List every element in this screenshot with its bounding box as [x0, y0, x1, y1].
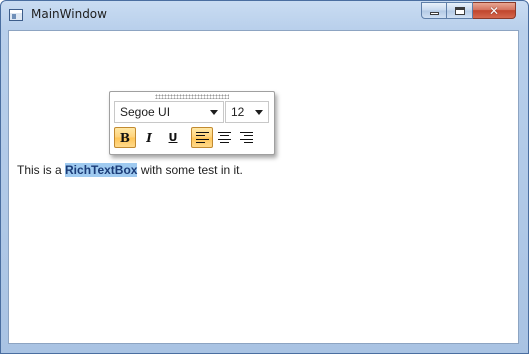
- caption-buttons: ✕: [421, 2, 516, 20]
- font-size-combobox[interactable]: 12: [225, 101, 269, 123]
- close-button[interactable]: ✕: [473, 2, 516, 19]
- align-left-button[interactable]: [191, 127, 213, 148]
- minimize-button[interactable]: [421, 2, 447, 19]
- window-title: MainWindow: [31, 7, 107, 21]
- main-window: MainWindow ✕ This is a RichTextBox with …: [0, 0, 529, 354]
- underline-button[interactable]: U: [162, 127, 184, 148]
- selected-text[interactable]: RichTextBox: [65, 163, 138, 177]
- align-center-button[interactable]: [213, 127, 235, 148]
- chevron-down-icon[interactable]: [210, 110, 218, 115]
- font-family-value: Segoe UI: [120, 105, 171, 119]
- font-size-value: 12: [231, 105, 245, 119]
- formatting-mini-toolbar: Segoe UI 12 B I U: [109, 91, 275, 155]
- font-family-combobox[interactable]: Segoe UI: [114, 101, 224, 123]
- text-before-selection: This is a: [17, 163, 66, 177]
- align-right-icon: [239, 132, 253, 143]
- minimize-icon: [429, 12, 439, 15]
- align-right-button[interactable]: [235, 127, 257, 148]
- italic-button[interactable]: I: [138, 127, 160, 148]
- bold-icon: B: [119, 130, 131, 145]
- maximize-button[interactable]: [447, 2, 473, 19]
- chevron-down-icon[interactable]: [255, 110, 263, 115]
- underline-icon: U: [168, 131, 178, 144]
- text-after-selection: with some test in it.: [137, 163, 243, 177]
- italic-icon: I: [146, 130, 152, 145]
- align-center-icon: [217, 132, 231, 143]
- rich-text-box[interactable]: This is a RichTextBox with some test in …: [8, 30, 519, 344]
- grip-icon[interactable]: [155, 94, 229, 99]
- document-paragraph[interactable]: This is a RichTextBox with some test in …: [17, 163, 243, 177]
- window-app-icon[interactable]: [9, 9, 23, 21]
- title-bar[interactable]: MainWindow ✕: [1, 1, 528, 30]
- maximize-icon: [454, 6, 465, 15]
- align-left-icon: [195, 132, 209, 143]
- bold-button[interactable]: B: [114, 127, 136, 148]
- close-icon: ✕: [488, 3, 500, 18]
